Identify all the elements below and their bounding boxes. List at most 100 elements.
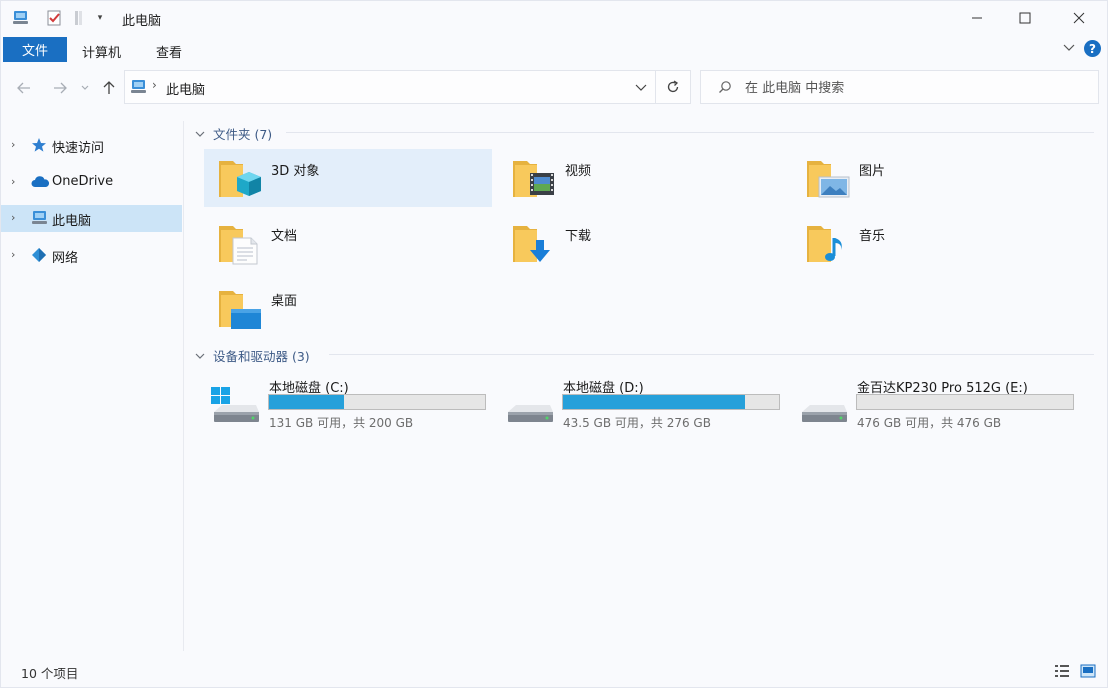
up-arrow-icon bbox=[103, 81, 115, 94]
large-icons-view-icon bbox=[1080, 664, 1096, 678]
refresh-icon bbox=[667, 80, 679, 93]
navigation-pane: › 快速访问 › OneDrive › 此电脑 › 网络 bbox=[1, 121, 184, 651]
drive-usage-bar bbox=[856, 394, 1074, 410]
drive-free-space: 131 GB 可用，共 200 GB bbox=[269, 416, 414, 430]
sidebar-item-label: 快速访问 bbox=[52, 141, 105, 156]
recent-locations-button[interactable] bbox=[78, 77, 92, 99]
forward-arrow-icon bbox=[54, 82, 67, 94]
maximize-button[interactable] bbox=[1002, 1, 1048, 35]
group-label: 设备和驱动器 (3) bbox=[213, 349, 310, 364]
folder-desktop[interactable]: 桌面 bbox=[204, 279, 492, 337]
folder-documents[interactable]: 文档 bbox=[204, 214, 492, 272]
drive-e[interactable]: 金百达KP230 Pro 512G (E:) 476 GB 可用，共 476 G… bbox=[792, 373, 1082, 431]
videos-folder-icon bbox=[511, 155, 557, 205]
search-icon bbox=[718, 80, 732, 98]
drive-c[interactable]: 本地磁盘 (C:) 131 GB 可用，共 200 GB bbox=[204, 373, 494, 431]
folder-videos[interactable]: 视频 bbox=[498, 149, 786, 207]
drive-icon bbox=[504, 386, 554, 428]
folder-3d-objects[interactable]: 3D 对象 bbox=[204, 149, 492, 207]
folder-music[interactable]: 音乐 bbox=[792, 214, 1080, 272]
folder-label: 3D 对象 bbox=[271, 164, 320, 179]
music-folder-icon bbox=[805, 220, 851, 270]
refresh-button[interactable] bbox=[656, 70, 691, 104]
address-bar[interactable]: › 此电脑 bbox=[124, 70, 656, 104]
sidebar-item-onedrive[interactable]: › OneDrive bbox=[1, 169, 182, 196]
status-item-count: 10 个项目 bbox=[21, 666, 79, 681]
cloud-icon bbox=[31, 176, 50, 192]
drive-d[interactable]: 本地磁盘 (D:) 43.5 GB 可用，共 276 GB bbox=[498, 373, 788, 431]
folder-downloads[interactable]: 下载 bbox=[498, 214, 786, 272]
close-icon bbox=[1073, 12, 1085, 24]
new-folder-icon[interactable] bbox=[71, 9, 87, 27]
expand-chevron-icon[interactable]: › bbox=[11, 248, 15, 261]
desktop-folder-icon bbox=[217, 285, 263, 335]
drive-free-space: 43.5 GB 可用，共 276 GB bbox=[563, 416, 711, 430]
ribbon: 文件 计算机 查看 ? bbox=[1, 35, 1107, 63]
group-label: 文件夹 (7) bbox=[213, 127, 273, 142]
3d-objects-folder-icon bbox=[217, 155, 263, 205]
folder-label: 图片 bbox=[859, 164, 886, 179]
search-box[interactable] bbox=[700, 70, 1099, 104]
forward-button[interactable] bbox=[49, 77, 71, 99]
details-view-button[interactable] bbox=[1053, 663, 1071, 679]
folder-label: 下载 bbox=[565, 229, 592, 244]
drive-usage-fill bbox=[269, 395, 344, 409]
breadcrumb-separator-icon[interactable]: › bbox=[152, 78, 157, 92]
drive-usage-bar bbox=[268, 394, 486, 410]
group-divider bbox=[329, 354, 1094, 355]
back-arrow-icon bbox=[17, 82, 30, 94]
pictures-folder-icon bbox=[805, 155, 851, 205]
tab-view[interactable]: 查看 bbox=[156, 42, 182, 61]
back-button[interactable] bbox=[13, 77, 35, 99]
drives-group-header[interactable]: 设备和驱动器 (3) bbox=[195, 346, 310, 365]
customize-dropdown-icon[interactable]: ▾ bbox=[94, 9, 106, 27]
file-explorer-window: ▾ 此电脑 文件 计算机 查看 ? › 此电脑 在 此电脑 中搜索 › 快速访问… bbox=[0, 0, 1108, 688]
sidebar-item-network[interactable]: › 网络 bbox=[1, 242, 182, 269]
folder-label: 音乐 bbox=[859, 229, 886, 244]
minimize-button[interactable] bbox=[954, 1, 1000, 35]
folders-group-header[interactable]: 文件夹 (7) bbox=[195, 124, 272, 143]
folder-label: 桌面 bbox=[271, 294, 298, 309]
chevron-down-icon bbox=[81, 85, 89, 90]
minimize-icon bbox=[972, 17, 982, 19]
title-bar: ▾ 此电脑 bbox=[1, 1, 1107, 35]
computer-icon bbox=[31, 210, 49, 230]
details-view-icon bbox=[1055, 665, 1069, 677]
address-dropdown-icon[interactable] bbox=[635, 81, 647, 96]
computer-icon[interactable] bbox=[11, 9, 31, 27]
drive-usage-bar bbox=[562, 394, 780, 410]
sidebar-item-quick-access[interactable]: › 快速访问 bbox=[1, 132, 182, 159]
large-icons-view-button[interactable] bbox=[1079, 663, 1097, 679]
expand-chevron-icon[interactable]: › bbox=[11, 211, 15, 224]
tab-computer[interactable]: 计算机 bbox=[82, 42, 121, 61]
window-title: 此电脑 bbox=[122, 14, 162, 29]
sidebar-item-label: OneDrive bbox=[52, 174, 114, 189]
folder-label: 视频 bbox=[565, 164, 592, 179]
downloads-folder-icon bbox=[511, 220, 557, 270]
documents-folder-icon bbox=[217, 220, 263, 270]
collapse-chevron-icon[interactable] bbox=[195, 127, 205, 140]
folder-pictures[interactable]: 图片 bbox=[792, 149, 1080, 207]
expand-chevron-icon[interactable]: › bbox=[11, 175, 15, 188]
properties-check-icon[interactable] bbox=[45, 9, 63, 27]
folder-label: 文档 bbox=[271, 229, 298, 244]
maximize-icon bbox=[1019, 12, 1031, 24]
drive-usage-fill bbox=[563, 395, 745, 409]
sidebar-item-label: 网络 bbox=[52, 251, 79, 266]
breadcrumb-this-pc[interactable]: 此电脑 bbox=[166, 79, 205, 98]
sidebar-item-this-pc[interactable]: › 此电脑 bbox=[1, 205, 182, 232]
expand-chevron-icon[interactable]: › bbox=[11, 138, 15, 151]
expand-ribbon-chevron-icon[interactable] bbox=[1061, 40, 1077, 56]
search-input[interactable] bbox=[745, 78, 1075, 98]
computer-icon bbox=[130, 79, 148, 99]
collapse-chevron-icon[interactable] bbox=[195, 349, 205, 362]
drive-free-space: 476 GB 可用，共 476 GB bbox=[857, 416, 1002, 430]
star-icon bbox=[31, 137, 47, 157]
close-button[interactable] bbox=[1056, 1, 1102, 35]
drive-icon bbox=[798, 386, 848, 428]
windows-drive-icon bbox=[210, 386, 260, 428]
help-icon: ? bbox=[1084, 40, 1101, 57]
tab-file[interactable]: 文件 bbox=[3, 37, 67, 62]
up-button[interactable] bbox=[98, 77, 120, 99]
help-button[interactable]: ? bbox=[1084, 40, 1101, 57]
